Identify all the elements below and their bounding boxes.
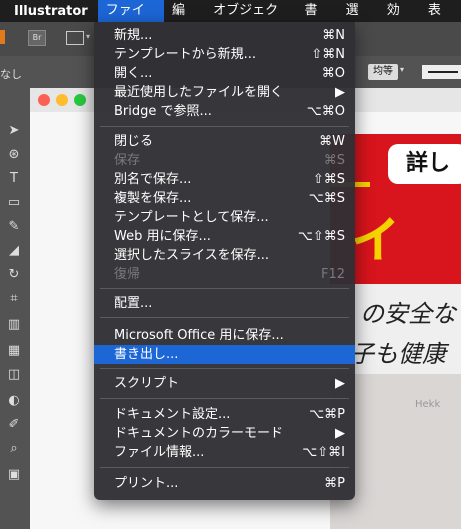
menu-object[interactable]: オブジェクト — [205, 0, 296, 40]
graph-tool-icon[interactable]: ▥ — [4, 316, 24, 334]
rotate-tool-icon[interactable]: ↻ — [4, 266, 24, 284]
menu-file[interactable]: ファイル — [97, 0, 164, 40]
menu-item-place[interactable]: 配置... — [94, 294, 355, 313]
artwork-pill: 詳し — [388, 144, 461, 184]
menu-item-save-for-office[interactable]: Microsoft Office 用に保存... — [94, 326, 355, 345]
menu-item-close[interactable]: 閉じる ⌘W — [94, 132, 355, 151]
submenu-arrow-icon: ▶ — [335, 85, 345, 100]
rectangle-tool-icon[interactable]: ▭ — [4, 194, 24, 212]
submenu-arrow-icon: ▶ — [335, 376, 345, 391]
lasso-tool-icon[interactable]: ⊛ — [4, 146, 24, 164]
menu-select[interactable]: 選択 — [338, 0, 379, 40]
maximize-icon[interactable] — [74, 94, 86, 106]
chevron-down-icon[interactable]: ▾ — [86, 32, 90, 41]
menu-item-save-a-copy[interactable]: 複製を保存... ⌥⌘S — [94, 189, 355, 208]
menu-edit[interactable]: 編集 — [164, 0, 205, 40]
arrange-documents-icon[interactable] — [66, 31, 84, 45]
menu-item-save-as[interactable]: 別名で保存... ⇧⌘S — [94, 170, 355, 189]
chevron-down-icon[interactable]: ▾ — [400, 65, 404, 74]
free-transform-tool-icon[interactable]: ⌗ — [4, 290, 24, 308]
app-name[interactable]: Illustrator — [0, 4, 98, 19]
menu-item-document-setup[interactable]: ドキュメント設定... ⌥⌘P — [94, 405, 355, 424]
file-menu-dropdown: 新規... ⌘N テンプレートから新規... ⇧⌘N 開く... ⌘O 最近使用したフ… — [94, 22, 355, 500]
fill-label: なし — [0, 68, 22, 81]
artwork-line-1: の安全な — [360, 300, 456, 328]
stroke-style-select[interactable] — [422, 65, 461, 79]
menu-effect[interactable]: 効果 — [379, 0, 420, 40]
menu-item-print[interactable]: プリント... ⌘P — [94, 474, 355, 493]
menu-bar: Illustrator ファイル 編集 オブジェクト 書式 選択 効果 表示 — [0, 0, 461, 40]
menu-item-document-color-mode[interactable]: ドキュメントのカラーモード ▶ — [94, 424, 355, 443]
menu-separator — [100, 467, 349, 468]
menu-separator — [100, 398, 349, 399]
stroke-align-select[interactable]: 均等 — [368, 64, 398, 80]
close-icon[interactable] — [38, 94, 50, 106]
selection-tool-icon[interactable]: ➤ — [4, 122, 24, 140]
menu-item-file-info[interactable]: ファイル情報... ⌥⇧⌘I — [94, 443, 355, 462]
fill-stroke-icon[interactable]: ▣ — [4, 466, 24, 484]
menu-view[interactable]: 表示 — [420, 0, 461, 40]
menu-separator — [100, 126, 349, 127]
tools-panel: ➤ ⊛ T ▭ ✎ ◢ ↻ ⌗ ▥ ▦ ◫ ◐ ✐ ⌕ ▣ — [0, 90, 31, 529]
gradient-tool-icon[interactable]: ▦ — [4, 342, 24, 360]
menu-item-save-selected-slices[interactable]: 選択したスライスを保存... — [94, 246, 355, 265]
menu-item-save-for-web[interactable]: Web 用に保存... ⌥⇧⌘S — [94, 227, 355, 246]
orange-swatch[interactable] — [0, 30, 5, 44]
blend-tool-icon[interactable]: ◫ — [4, 366, 24, 384]
menu-item-scripts[interactable]: スクリプト ▶ — [94, 374, 355, 393]
menu-item-save-as-template[interactable]: テンプレートとして保存... — [94, 208, 355, 227]
pencil-tool-icon[interactable]: ✎ — [4, 218, 24, 236]
menu-item-new-from-template[interactable]: テンプレートから新規... ⇧⌘N — [94, 45, 355, 64]
symbol-tool-icon[interactable]: ◐ — [4, 392, 24, 410]
type-tool-icon[interactable]: T — [4, 170, 24, 188]
menu-separator — [100, 317, 349, 318]
menu-item-new[interactable]: 新規... ⌘N — [94, 26, 355, 45]
minimize-icon[interactable] — [56, 94, 68, 106]
submenu-arrow-icon: ▶ — [335, 426, 345, 441]
menu-item-open[interactable]: 開く... ⌘O — [94, 64, 355, 83]
eraser-tool-icon[interactable]: ◢ — [4, 242, 24, 260]
menu-item-revert: 復帰 F12 — [114, 267, 345, 282]
menu-type[interactable]: 書式 — [296, 0, 337, 40]
menu-separator — [100, 288, 349, 289]
menu-item-save: 保存 ⌘S — [114, 153, 345, 168]
menu-item-browse-in-bridge[interactable]: Bridge で参照... ⌥⌘O — [94, 102, 355, 121]
zoom-tool-icon[interactable]: ⌕ — [4, 440, 24, 458]
bridge-icon[interactable]: Br — [28, 30, 46, 46]
artwork-photo-text: Hekk — [415, 399, 441, 410]
eyedropper-tool-icon[interactable]: ✐ — [4, 416, 24, 434]
menu-item-export[interactable]: 書き出し... — [94, 345, 355, 364]
menu-separator — [100, 368, 349, 369]
menu-item-open-recent[interactable]: 最近使用したファイルを開く ▶ — [94, 83, 355, 102]
